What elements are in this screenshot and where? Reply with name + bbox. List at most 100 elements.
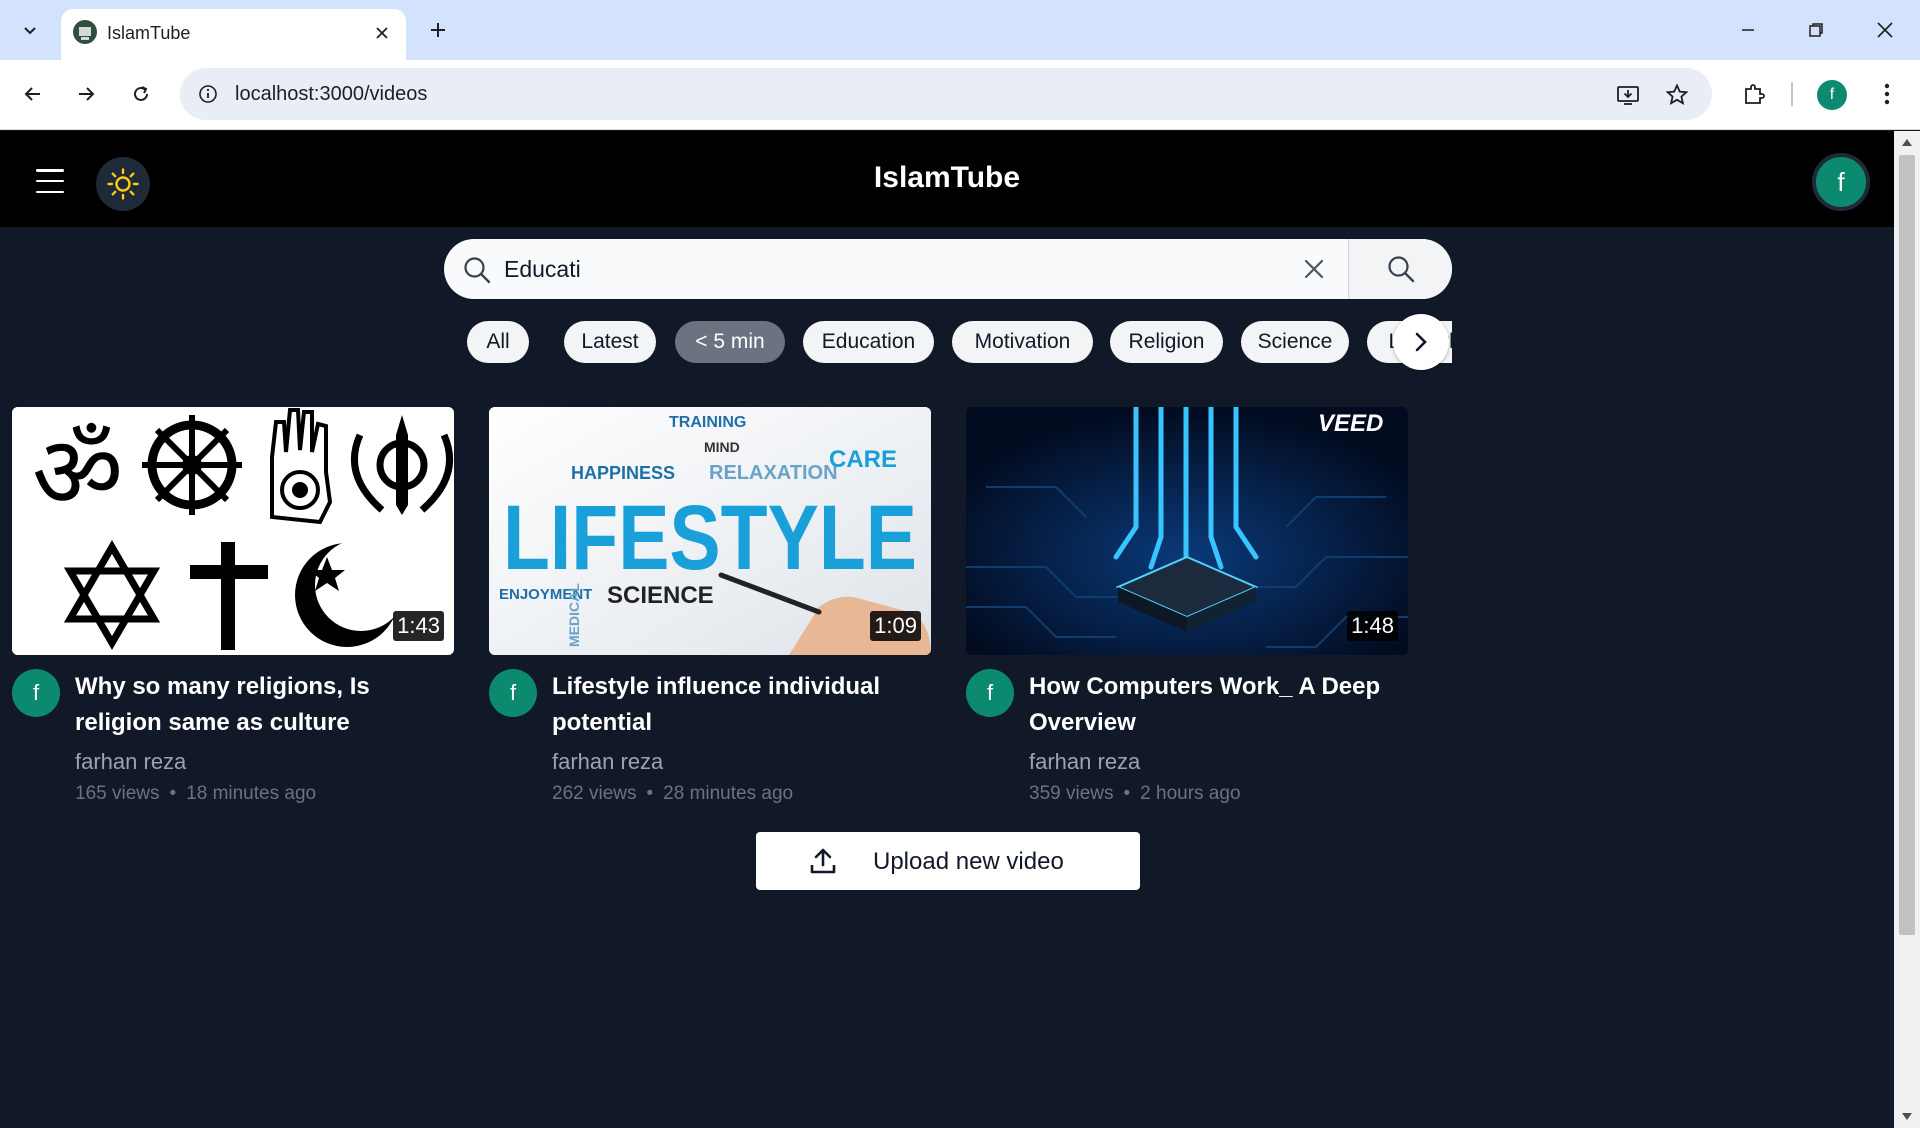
app-title[interactable]: IslamTube bbox=[0, 161, 1894, 195]
chip-science[interactable]: Science bbox=[1241, 321, 1349, 363]
minimize-window-button[interactable] bbox=[1724, 8, 1772, 52]
restore-window-button[interactable] bbox=[1792, 8, 1840, 52]
bookmark-button[interactable] bbox=[1662, 80, 1692, 110]
chip-latest[interactable]: Latest bbox=[564, 321, 656, 363]
extensions-button[interactable] bbox=[1735, 75, 1773, 113]
video-title[interactable]: Lifestyle influence individual potential bbox=[552, 669, 932, 741]
filter-chip-bar: All Latest < 5 min Education Motivation … bbox=[467, 317, 1452, 365]
site-info-button[interactable] bbox=[194, 80, 222, 108]
chips-scroll-right-button[interactable] bbox=[1393, 314, 1449, 370]
search-input[interactable] bbox=[504, 239, 1124, 299]
arrow-right-icon bbox=[79, 87, 95, 101]
minimize-icon bbox=[1742, 29, 1754, 31]
new-tab-button[interactable] bbox=[420, 12, 456, 48]
thumb-word-happiness: HAPPINESS bbox=[571, 463, 675, 483]
toolbar-separator bbox=[1791, 82, 1793, 106]
upload-button-label: Upload new video bbox=[873, 848, 1064, 875]
video-thumbnail[interactable]: HAPPINESS RELAXATION TRAINING MIND CARE … bbox=[489, 407, 931, 655]
upload-icon bbox=[810, 848, 836, 874]
chevron-down-icon bbox=[24, 27, 36, 35]
page-scrollbar[interactable] bbox=[1894, 131, 1920, 1128]
video-thumbnail[interactable]: VEED 1:48 bbox=[966, 407, 1408, 655]
star-icon bbox=[1665, 83, 1689, 106]
search-submit-button[interactable] bbox=[1349, 239, 1452, 299]
forward-button[interactable] bbox=[66, 74, 106, 114]
video-thumbnail[interactable]: ॐ 1:43 bbox=[12, 407, 454, 655]
thumb-word-lifestyle: LIFESTYLE bbox=[503, 487, 917, 589]
lifestyle-word-cloud-thumbnail-icon: HAPPINESS RELAXATION TRAINING MIND CARE … bbox=[489, 407, 931, 655]
chip-education[interactable]: Education bbox=[803, 321, 934, 363]
religious-symbols-thumbnail-icon: ॐ bbox=[12, 407, 454, 655]
reload-icon bbox=[134, 86, 148, 101]
close-icon bbox=[1877, 22, 1893, 38]
video-title[interactable]: Why so many religions, Is religion same … bbox=[75, 669, 455, 741]
browser-menu-button[interactable] bbox=[1868, 75, 1906, 113]
thumb-word-medical: MEDICAL bbox=[566, 583, 582, 647]
app-header: IslamTube f bbox=[0, 131, 1894, 227]
channel-avatar[interactable]: f bbox=[12, 669, 60, 717]
browser-tab-active[interactable]: IslamTube bbox=[61, 9, 406, 60]
puzzle-icon bbox=[1745, 84, 1765, 104]
thumb-word-training: TRAINING bbox=[669, 414, 746, 431]
clear-search-button[interactable] bbox=[1300, 255, 1328, 283]
svg-text:ॐ: ॐ bbox=[32, 414, 123, 531]
thumb-watermark-veed: VEED bbox=[1318, 410, 1383, 437]
reload-button[interactable] bbox=[121, 74, 161, 114]
thumb-word-science: SCIENCE bbox=[607, 582, 714, 609]
browser-profile-avatar[interactable]: f bbox=[1817, 80, 1847, 110]
chevron-right-icon bbox=[1415, 332, 1427, 352]
video-duration: 1:43 bbox=[393, 611, 444, 641]
scrollbar-thumb[interactable] bbox=[1899, 155, 1915, 935]
upload-time: 28 minutes ago bbox=[663, 783, 794, 804]
info-icon bbox=[199, 85, 217, 103]
channel-avatar[interactable]: f bbox=[489, 669, 537, 717]
channel-avatar[interactable]: f bbox=[966, 669, 1014, 717]
circuit-chip-thumbnail-icon: VEED bbox=[966, 407, 1408, 655]
plus-icon bbox=[431, 23, 445, 37]
upload-time: 2 hours ago bbox=[1140, 783, 1241, 804]
install-icon bbox=[1617, 86, 1639, 105]
video-duration: 1:48 bbox=[1347, 611, 1398, 641]
channel-name[interactable]: farhan reza bbox=[1029, 749, 1140, 775]
browser-toolbar: localhost:3000/videos f bbox=[0, 60, 1920, 130]
arrow-left-icon bbox=[24, 87, 40, 101]
restore-icon bbox=[1809, 23, 1823, 37]
tab-title: IslamTube bbox=[107, 23, 191, 43]
islamtube-favicon-icon bbox=[73, 20, 97, 44]
meta-separator: • bbox=[169, 783, 177, 804]
search-icon bbox=[1387, 256, 1414, 283]
url-text: localhost:3000/videos bbox=[235, 83, 428, 105]
install-app-button[interactable] bbox=[1613, 80, 1643, 110]
channel-name[interactable]: farhan reza bbox=[75, 749, 186, 775]
chip-motivation[interactable]: Motivation bbox=[952, 321, 1093, 363]
scroll-up-arrow-icon[interactable] bbox=[1902, 139, 1912, 146]
video-duration: 1:09 bbox=[870, 611, 921, 641]
back-button[interactable] bbox=[13, 74, 53, 114]
thumb-word-care: CARE bbox=[829, 446, 897, 473]
tab-close-button[interactable] bbox=[370, 21, 394, 45]
view-count: 262 views bbox=[552, 783, 637, 804]
meta-separator: • bbox=[646, 783, 654, 804]
video-meta: 262 views • 28 minutes ago bbox=[552, 783, 793, 805]
thumb-word-mind: MIND bbox=[704, 439, 740, 455]
video-title[interactable]: How Computers Work_ A Deep Overview bbox=[1029, 669, 1409, 741]
chip-religion[interactable]: Religion bbox=[1110, 321, 1223, 363]
search-bar bbox=[444, 239, 1452, 299]
close-window-button[interactable] bbox=[1861, 8, 1909, 52]
meta-separator: • bbox=[1123, 783, 1131, 804]
thumb-word-relaxation: RELAXATION bbox=[709, 462, 838, 484]
close-icon bbox=[376, 27, 388, 39]
more-vertical-icon bbox=[1884, 83, 1890, 105]
browser-tabstrip: IslamTube bbox=[0, 0, 1920, 60]
tab-search-button[interactable] bbox=[10, 12, 50, 48]
upload-video-button[interactable]: Upload new video bbox=[756, 832, 1140, 890]
chip-all[interactable]: All bbox=[467, 321, 529, 363]
user-avatar-button[interactable]: f bbox=[1812, 153, 1870, 211]
scroll-down-arrow-icon[interactable] bbox=[1902, 1113, 1912, 1120]
address-bar[interactable]: localhost:3000/videos bbox=[180, 68, 1712, 120]
view-count: 165 views bbox=[75, 783, 160, 804]
video-meta: 359 views • 2 hours ago bbox=[1029, 783, 1241, 805]
channel-name[interactable]: farhan reza bbox=[552, 749, 663, 775]
chip-under-5-min[interactable]: < 5 min bbox=[675, 321, 785, 363]
page-content: IslamTube f All Latest < 5 min Education… bbox=[0, 131, 1894, 1128]
